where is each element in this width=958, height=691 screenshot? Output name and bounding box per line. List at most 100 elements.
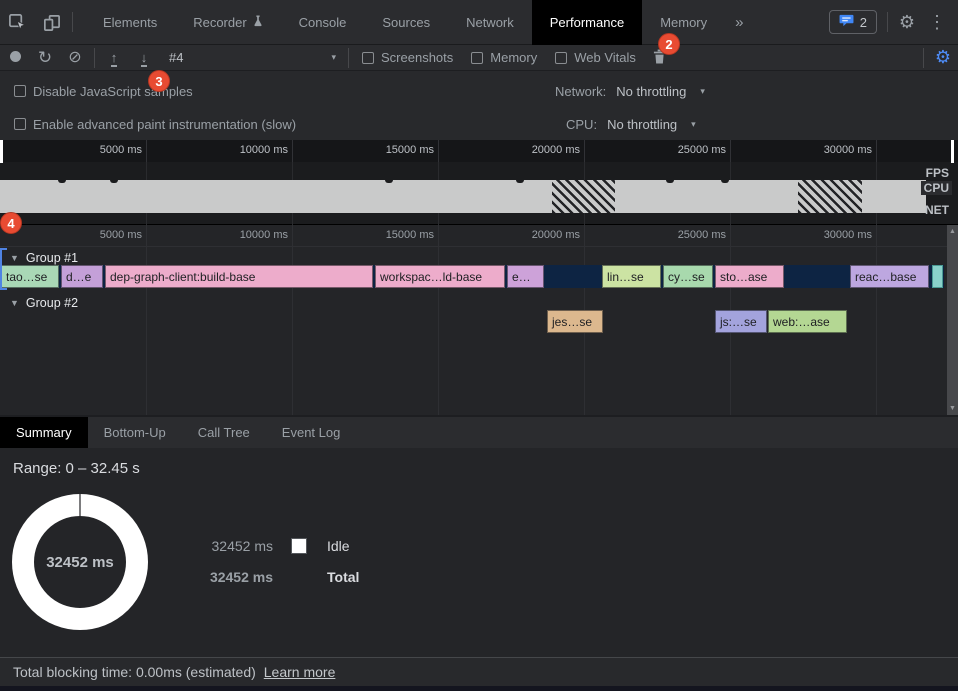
memory-checkbox[interactable]: Memory bbox=[471, 50, 537, 65]
overview-right-handle[interactable] bbox=[951, 140, 954, 163]
tab-elements[interactable]: Elements bbox=[85, 0, 175, 45]
blocking-time-text: Total blocking time: 0.00ms (estimated) bbox=[13, 664, 256, 680]
overview-left-handle[interactable] bbox=[0, 140, 3, 163]
tab-label: Recorder bbox=[193, 15, 246, 30]
advanced-paint-checkbox[interactable]: Enable advanced paint instrumentation (s… bbox=[14, 117, 296, 132]
settings-gear-icon[interactable]: ⚙ bbox=[892, 12, 922, 33]
group-label: Group #1 bbox=[26, 251, 78, 265]
chevron-down-icon: ▾ bbox=[331, 52, 336, 63]
inspect-element-icon[interactable] bbox=[0, 0, 34, 45]
lane-label-fps: FPS bbox=[923, 166, 952, 180]
devtools-window: Elements Recorder Console Sources NetworkPer… bbox=[0, 0, 958, 691]
more-panels-button[interactable]: » bbox=[725, 0, 753, 45]
lane-label-net: NET bbox=[922, 203, 952, 217]
vertical-scrollbar[interactable]: ▲ ▼ bbox=[947, 225, 958, 415]
tab-memory[interactable]: Memory bbox=[642, 0, 725, 45]
details-tab-summary[interactable]: Summary bbox=[0, 417, 88, 448]
flame-bar[interactable]: dep-graph-client:build-base bbox=[105, 265, 373, 288]
legend-row: 32452 msIdle bbox=[207, 536, 359, 556]
annotation-badge-3: 3 bbox=[148, 70, 170, 92]
chevron-down-icon: ▾ bbox=[691, 119, 696, 130]
flame-bar[interactable]: cy…se bbox=[663, 265, 713, 288]
flame-bar[interactable]: reac…base bbox=[850, 265, 929, 288]
ruler-tick-label: 15000 ms bbox=[364, 144, 434, 156]
ruler-tick-label: 5000 ms bbox=[72, 144, 142, 156]
kebab-menu-icon[interactable]: ⋮ bbox=[922, 12, 952, 33]
flame-bar[interactable]: tao…se bbox=[1, 265, 59, 288]
ruler-tick-label: 5000 ms bbox=[72, 229, 142, 241]
details-tab-bar: SummaryBottom-UpCall TreeEvent Log bbox=[0, 417, 958, 448]
screenshots-checkbox[interactable]: Screenshots bbox=[362, 50, 453, 65]
donut-total-label: 32452 ms bbox=[12, 494, 148, 630]
save-profile-button[interactable]: ↓ bbox=[129, 50, 159, 65]
tab-console[interactable]: Console bbox=[281, 0, 365, 45]
range-text: Range: 0 – 32.45 s bbox=[13, 460, 140, 477]
tab-sources[interactable]: Sources bbox=[364, 0, 448, 45]
flame-bar[interactable]: lin…se bbox=[602, 265, 661, 288]
learn-more-link[interactable]: Learn more bbox=[264, 664, 336, 680]
device-toolbar-icon[interactable] bbox=[34, 0, 68, 45]
checkbox-icon bbox=[362, 52, 374, 64]
session-value: #4 bbox=[169, 50, 183, 65]
cpu-value: No throttling bbox=[607, 117, 677, 132]
checkbox-label: Screenshots bbox=[381, 50, 453, 65]
scroll-down-icon[interactable]: ▼ bbox=[949, 402, 956, 415]
flame-bar[interactable]: workspac…ld-base bbox=[375, 265, 505, 288]
flame-ruler: 5000 ms10000 ms15000 ms20000 ms25000 ms3… bbox=[0, 225, 948, 247]
annotation-badge-2: 2 bbox=[658, 33, 680, 55]
flame-bar[interactable]: jes…se bbox=[547, 310, 603, 333]
load-profile-button[interactable]: ↑ bbox=[99, 50, 129, 65]
upload-arrow-icon: ↑ bbox=[111, 50, 118, 67]
flame-chart[interactable]: 5000 ms10000 ms15000 ms20000 ms25000 ms3… bbox=[0, 225, 958, 415]
ruler-tick-label: 30000 ms bbox=[802, 229, 872, 241]
record-dot-icon bbox=[10, 51, 21, 62]
details-tab-call-tree[interactable]: Call Tree bbox=[182, 417, 266, 448]
details-tab-event-log[interactable]: Event Log bbox=[266, 417, 357, 448]
recording-session-select[interactable]: #4 ▾ bbox=[159, 50, 344, 65]
ruler-tick-label: 25000 ms bbox=[656, 229, 726, 241]
flame-bar[interactable]: js:…se bbox=[715, 310, 767, 333]
flame-bar[interactable]: sto…ase bbox=[715, 265, 784, 288]
tab-network[interactable]: Network bbox=[448, 0, 532, 45]
clear-recording-button[interactable]: ⊘ bbox=[60, 50, 90, 66]
tab-label: Sources bbox=[382, 15, 430, 30]
tab-recorder[interactable]: Recorder bbox=[175, 0, 280, 45]
topbar-right-controls: 2 ⚙ ⋮ bbox=[829, 0, 958, 45]
selected-group-bracket bbox=[0, 248, 7, 290]
chevron-down-icon: ▾ bbox=[700, 86, 705, 97]
timeline-overview[interactable]: 5000 ms10000 ms15000 ms20000 ms25000 ms3… bbox=[0, 140, 958, 225]
summary-legend: 32452 msIdle 32452 ms Total bbox=[207, 536, 359, 598]
legend-value: 32452 ms bbox=[207, 569, 273, 585]
record-button[interactable] bbox=[0, 50, 30, 65]
legend-label: Total bbox=[327, 569, 359, 585]
scroll-up-icon[interactable]: ▲ bbox=[949, 225, 956, 238]
summary-donut-chart: 32452 ms bbox=[12, 494, 148, 630]
flame-gridline bbox=[146, 225, 147, 415]
checkbox-icon bbox=[14, 85, 26, 97]
checkbox-icon bbox=[471, 52, 483, 64]
cpu-throttled-hatch bbox=[552, 180, 615, 213]
cpu-label: CPU: bbox=[566, 117, 597, 132]
web-vitals-checkbox[interactable]: Web Vitals bbox=[555, 50, 636, 65]
divider bbox=[72, 12, 73, 32]
network-throttling-dropdown[interactable]: Network: No throttling▾ bbox=[555, 84, 705, 99]
chevron-down-icon: ▼ bbox=[10, 253, 19, 263]
tab-label: Memory bbox=[660, 15, 707, 30]
group-header[interactable]: ▼ Group #1 bbox=[10, 249, 78, 267]
flame-bar[interactable] bbox=[932, 265, 943, 288]
flame-bar[interactable]: d…e bbox=[61, 265, 103, 288]
capture-settings-gear-icon[interactable]: ⚙ bbox=[928, 47, 958, 68]
ruler-tick-label: 10000 ms bbox=[218, 229, 288, 241]
flame-bar[interactable]: e… bbox=[507, 265, 544, 288]
blocking-time-footer: Total blocking time: 0.00ms (estimated) … bbox=[0, 657, 958, 686]
cpu-throttled-hatch bbox=[798, 180, 862, 213]
cpu-throttling-dropdown[interactable]: CPU: No throttling ▾ bbox=[566, 117, 696, 132]
capture-toggles: Screenshots Memory Web Vitals bbox=[353, 50, 645, 65]
console-messages-button[interactable]: 2 bbox=[829, 10, 877, 34]
details-tab-bottom-up[interactable]: Bottom-Up bbox=[88, 417, 182, 448]
checkbox-icon bbox=[555, 52, 567, 64]
reload-and-record-button[interactable]: ↻ bbox=[30, 49, 60, 66]
group-header[interactable]: ▼Group #2 bbox=[10, 294, 78, 312]
flame-bar[interactable]: web:…ase bbox=[768, 310, 847, 333]
tab-performance[interactable]: Performance bbox=[532, 0, 642, 45]
